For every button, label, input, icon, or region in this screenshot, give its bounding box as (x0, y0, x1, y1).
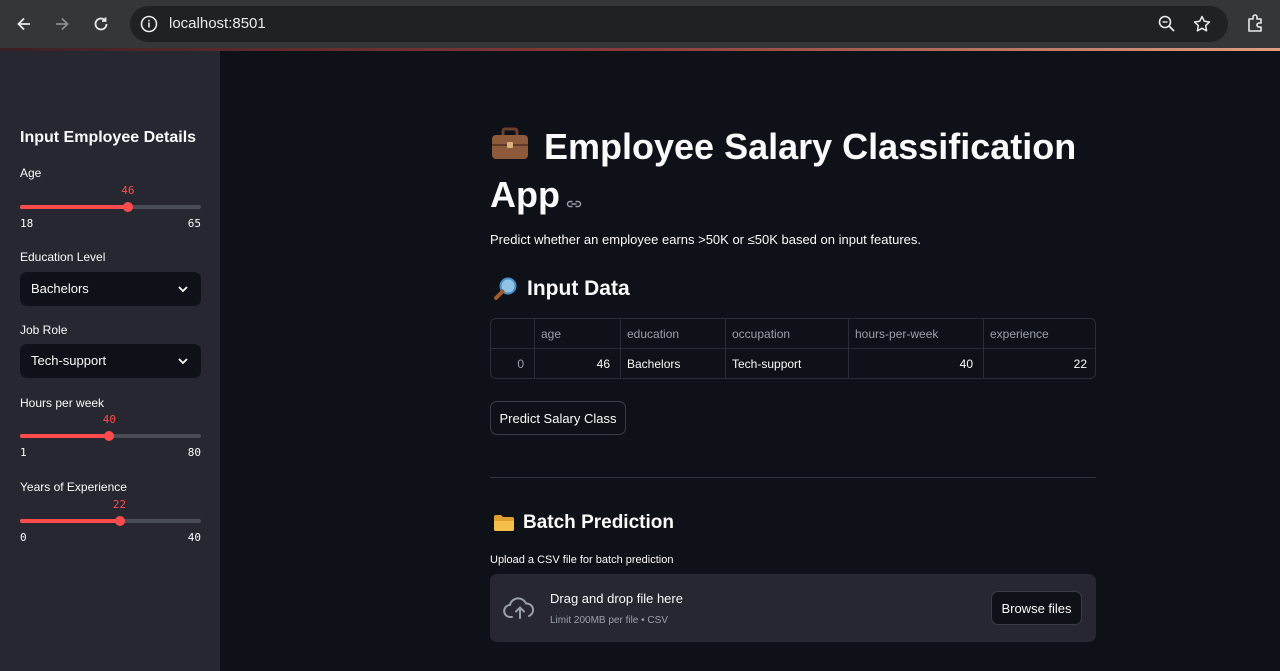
zoom-icon[interactable] (1157, 14, 1177, 39)
input-data-table: age education occupation hours-per-week … (490, 318, 1096, 379)
slider-thumb[interactable] (104, 431, 115, 441)
education-label: Education Level (20, 250, 106, 264)
file-dropzone[interactable]: Drag and drop file here Limit 200MB per … (490, 574, 1096, 642)
slider-min: 18 (20, 217, 34, 230)
chevron-down-icon (178, 358, 188, 365)
bookmark-star-icon[interactable] (1192, 14, 1212, 39)
slider-value: 40 (102, 413, 117, 426)
url-text: localhost:8501 (169, 15, 266, 32)
slider-max: 40 (187, 531, 201, 544)
anchor-link-icon[interactable] (566, 175, 582, 221)
table-header-cell[interactable]: education (621, 319, 726, 349)
table-cell[interactable]: 46 (535, 349, 621, 378)
dropzone-limit: Limit 200MB per file • CSV (550, 615, 668, 626)
slider-min: 1 (20, 446, 27, 459)
table-index-cell: 0 (491, 349, 535, 378)
education-select[interactable]: Bachelors (20, 272, 201, 306)
arrow-right-icon (56, 17, 69, 31)
slider-value: 22 (112, 498, 127, 511)
back-button[interactable] (10, 10, 38, 38)
table-cell[interactable]: Bachelors (621, 349, 726, 378)
batch-prediction-heading: Batch Prediction (493, 512, 674, 534)
batch-prediction-heading-text: Batch Prediction (523, 512, 674, 533)
slider-max: 65 (187, 217, 201, 230)
reload-icon (94, 17, 108, 31)
sidebar: Input Employee Details Age 46 18 65 Educ… (0, 51, 220, 671)
age-slider[interactable]: 46 18 65 (20, 174, 201, 234)
cloud-upload-icon (503, 596, 537, 625)
table-cell[interactable]: 40 (849, 349, 984, 378)
table-cell[interactable]: 22 (984, 349, 1095, 378)
input-data-heading-text: Input Data (527, 277, 630, 300)
job-role-select[interactable]: Tech-support (20, 344, 201, 378)
site-info-icon[interactable] (139, 14, 159, 39)
page-title-block: Employee Salary Classification App (490, 124, 1110, 221)
arrow-left-icon (17, 17, 30, 31)
address-bar[interactable]: localhost:8501 (130, 6, 1228, 42)
job-role-value: Tech-support (31, 353, 107, 368)
job-role-label: Job Role (20, 323, 68, 337)
sidebar-title: Input Employee Details (20, 129, 197, 146)
briefcase-icon (490, 126, 530, 172)
page-subtitle: Predict whether an employee earns >50K o… (490, 232, 921, 247)
folder-icon (493, 513, 515, 533)
browse-files-button[interactable]: Browse files (991, 591, 1082, 625)
slider-fill (20, 434, 110, 438)
magnifier-icon (493, 276, 519, 302)
browser-toolbar: localhost:8501 (0, 0, 1280, 48)
experience-slider[interactable]: 22 0 40 (20, 488, 201, 548)
chevron-down-icon (178, 286, 188, 293)
table-header-cell[interactable]: age (535, 319, 621, 349)
table-header-cell[interactable]: occupation (726, 319, 849, 349)
slider-value: 46 (121, 184, 135, 197)
slider-thumb[interactable] (122, 202, 133, 212)
table-header-cell[interactable]: experience (984, 319, 1095, 349)
predict-button[interactable]: Predict Salary Class (490, 401, 626, 435)
education-value: Bachelors (31, 281, 89, 296)
slider-fill (20, 205, 128, 209)
dropzone-text: Drag and drop file here (550, 591, 683, 606)
table-cell[interactable]: Tech-support (726, 349, 849, 378)
slider-min: 0 (20, 531, 27, 544)
forward-button[interactable] (48, 10, 76, 38)
slider-max: 80 (187, 446, 201, 459)
slider-thumb[interactable] (114, 516, 125, 526)
hours-slider[interactable]: 40 1 80 (20, 403, 201, 463)
section-divider (490, 477, 1096, 478)
reload-button[interactable] (87, 10, 115, 38)
input-data-heading: Input Data (493, 276, 630, 302)
slider-fill (20, 519, 120, 523)
table-header-cell[interactable]: hours-per-week (849, 319, 984, 349)
table-header-cell (491, 319, 535, 349)
upload-label: Upload a CSV file for batch prediction (490, 554, 674, 566)
extensions-icon[interactable] (1245, 12, 1267, 39)
